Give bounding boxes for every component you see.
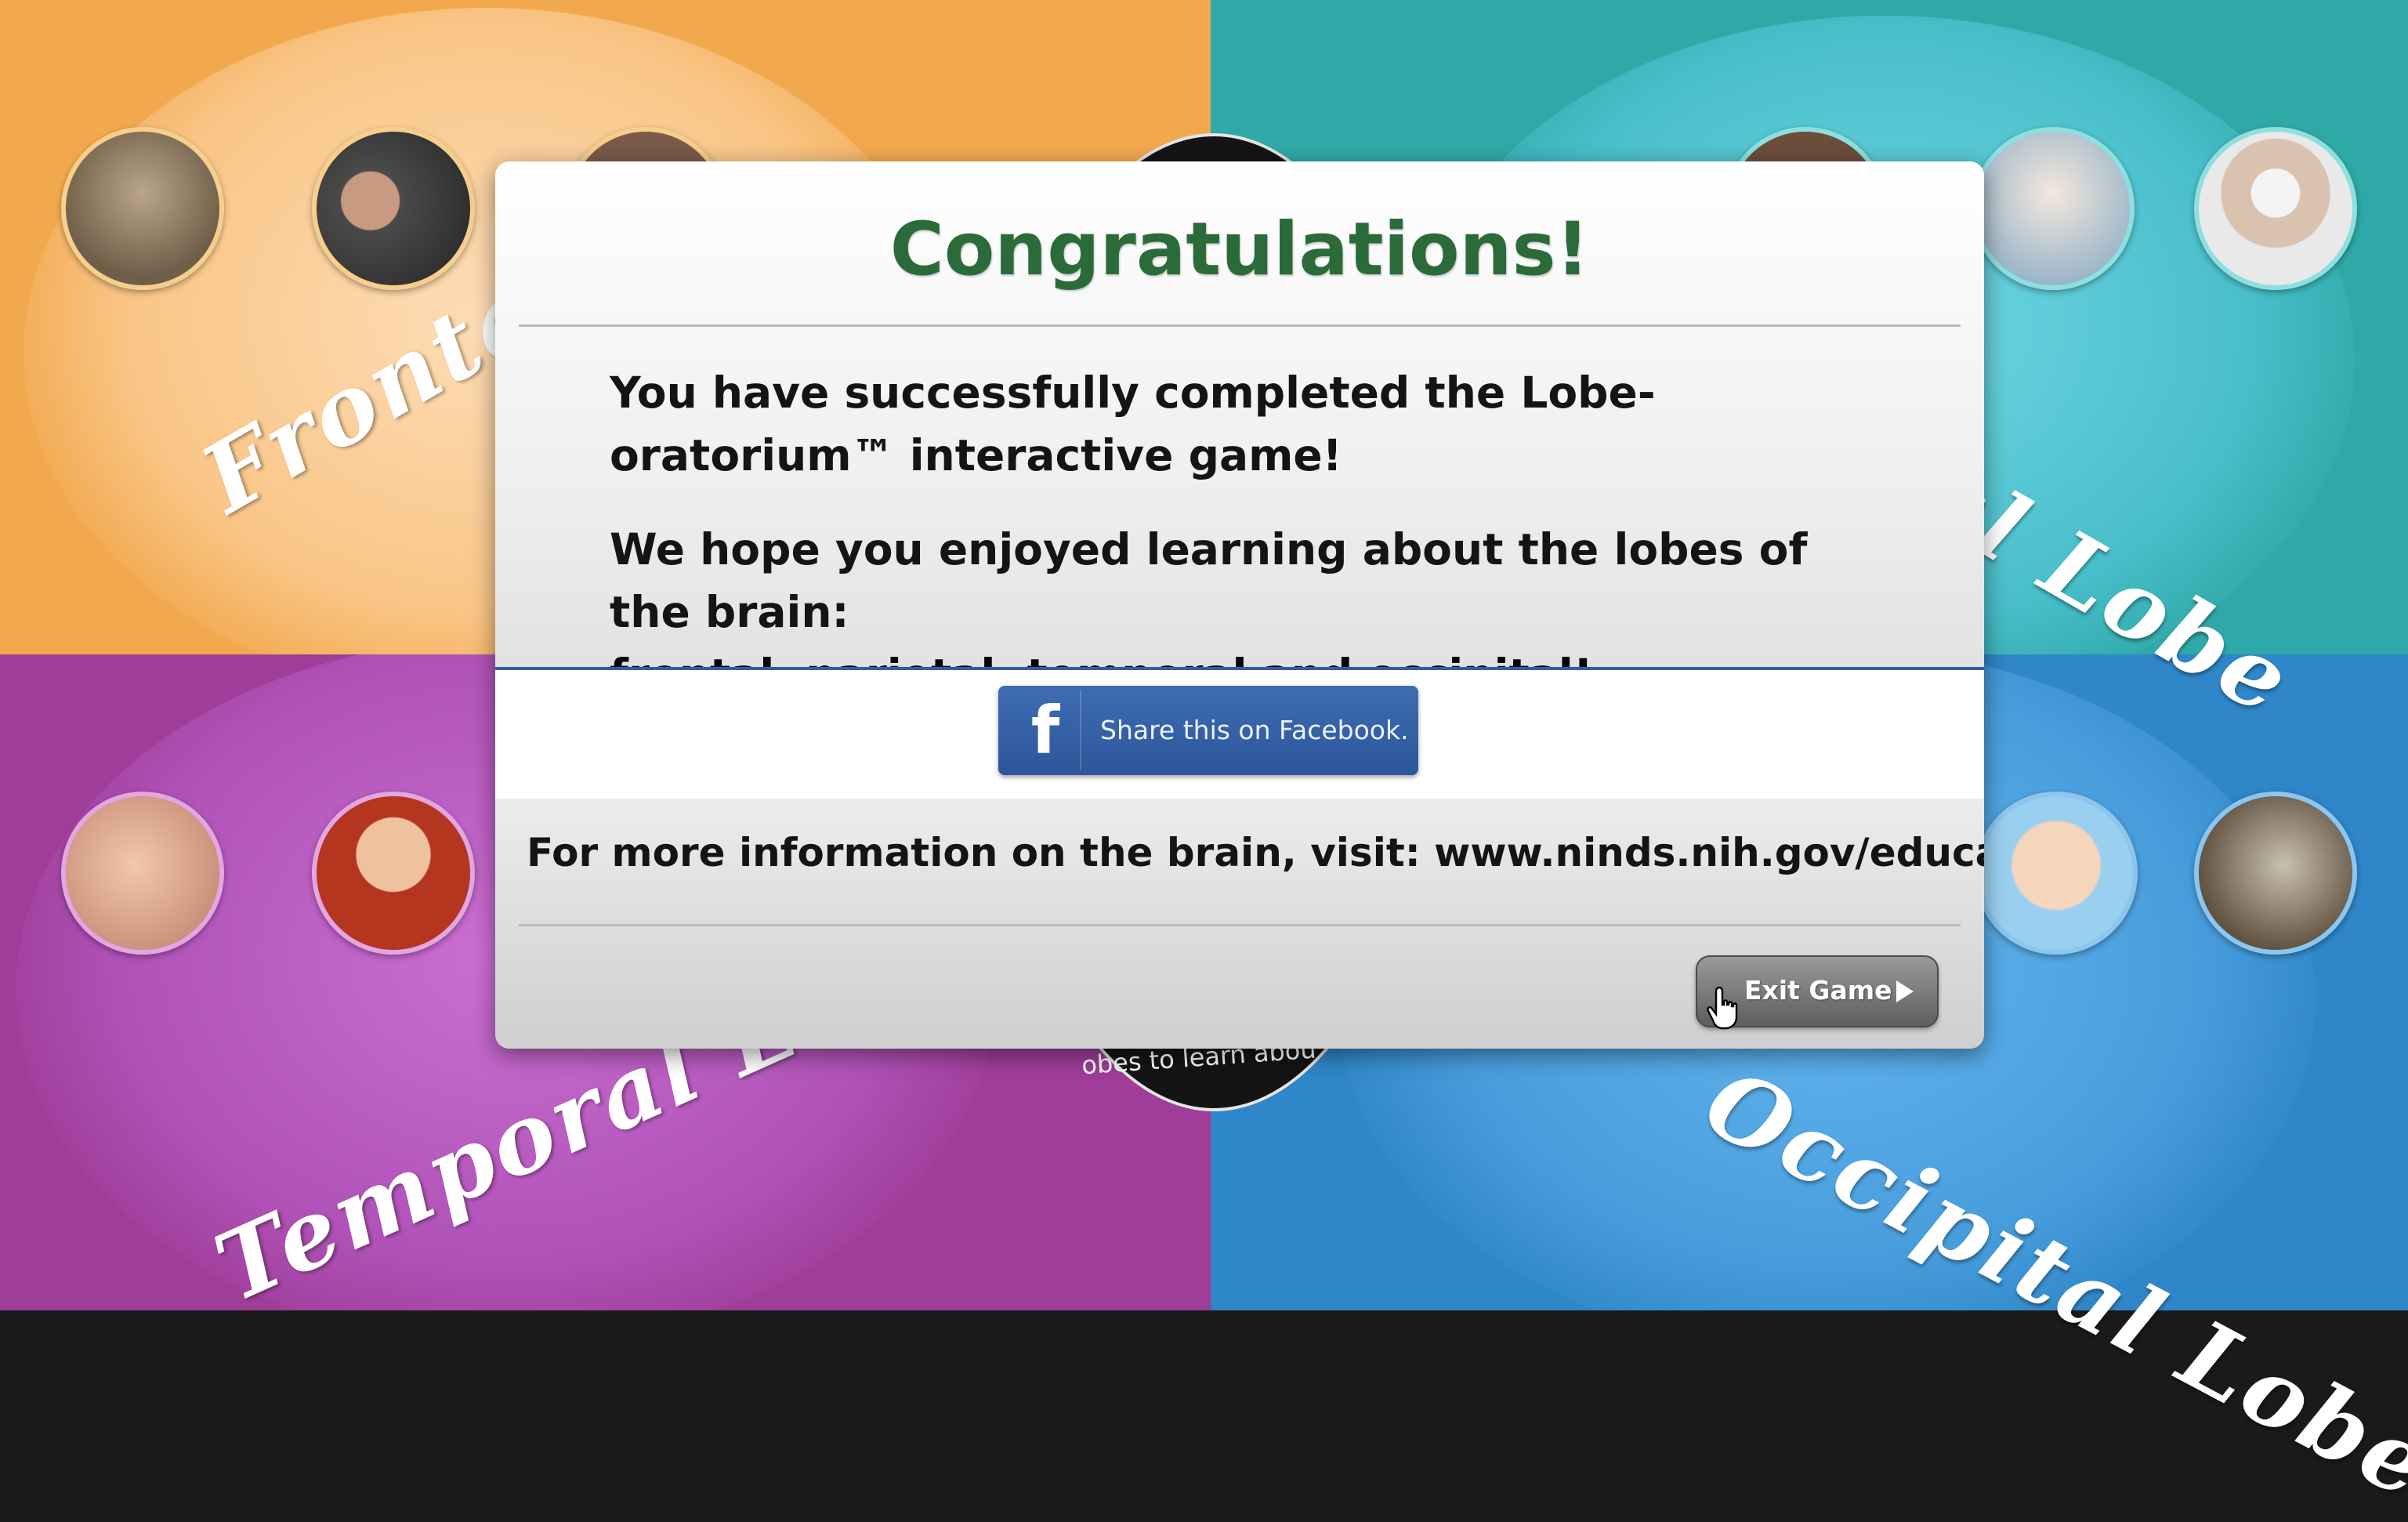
- divider: [519, 324, 1961, 327]
- dialog-footer: For more information on the brain, visit…: [495, 799, 1984, 1049]
- congratulations-dialog: Congratulations! You have successfully c…: [495, 161, 1984, 1049]
- play-arrow-icon: [1896, 980, 1914, 1002]
- photo-hand-on-gravel: [61, 127, 224, 290]
- exit-game-label: Exit Game: [1744, 975, 1892, 1006]
- info-link-text: For more information on the brain, visit…: [527, 830, 1984, 875]
- hand-cursor-icon: [1707, 986, 1738, 1030]
- photo-whispering: [61, 792, 224, 955]
- photo-blindfolded-person: [2194, 127, 2357, 290]
- photo-boy-covering-ears: [312, 792, 475, 955]
- dialog-title: Congratulations!: [889, 207, 1590, 292]
- button-divider: [1080, 690, 1081, 770]
- dialog-message-area: Congratulations! You have successfully c…: [495, 161, 1984, 700]
- share-facebook-label: Share this on Facebook.: [1100, 715, 1409, 745]
- completion-message: You have successfully completed the Lobe…: [610, 368, 1656, 480]
- photo-finger-touching-water: [1972, 127, 2135, 290]
- enjoyed-message-lead: We hope you enjoyed learning about the l…: [610, 524, 1808, 637]
- share-facebook-button[interactable]: f Share this on Facebook.: [998, 686, 1418, 775]
- photo-man-thinking: [312, 127, 475, 290]
- share-bar: f Share this on Facebook.: [495, 667, 1984, 802]
- photo-woodpecker: [2194, 792, 2357, 955]
- facebook-icon: f: [1030, 692, 1060, 769]
- photo-child-3d-glasses: [1975, 792, 2138, 955]
- divider: [519, 924, 1961, 926]
